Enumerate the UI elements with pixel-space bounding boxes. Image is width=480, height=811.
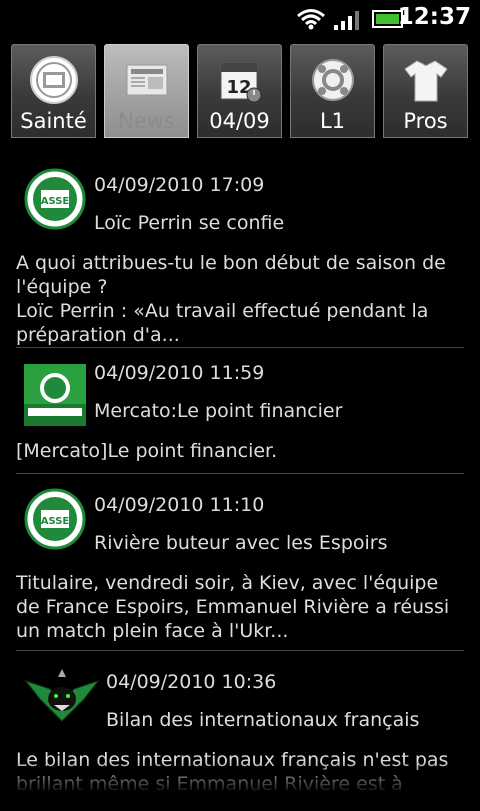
news-title: Rivière buteur avec les Espoirs — [94, 532, 388, 554]
tab-pros[interactable]: Pros — [383, 44, 468, 138]
tab-l1[interactable]: L1 — [290, 44, 375, 138]
bottom-fade — [0, 760, 480, 800]
tab-sainte[interactable]: Sainté — [11, 44, 96, 138]
panther-logo — [24, 669, 100, 722]
svg-text:ASSE: ASSE — [41, 516, 70, 527]
status-time: 12:37 — [397, 4, 471, 30]
asse-crest-icon: ASSE — [24, 168, 86, 230]
news-date: 04/09/2010 17:09 — [94, 174, 265, 196]
news-title: Bilan des internationaux français — [106, 709, 420, 731]
tab-news[interactable]: News — [104, 44, 189, 138]
news-item[interactable]: ASSE 04/09/2010 11:10 Rivière buteur ave… — [16, 474, 464, 651]
news-date: 04/09/2010 10:36 — [106, 671, 277, 693]
news-title: Loïc Perrin se confie — [94, 212, 285, 234]
asse-crest-icon: ASSE — [24, 488, 86, 550]
tab-label: L1 — [319, 109, 346, 133]
news-summary: [Mercato]Le point financier. — [16, 440, 278, 462]
svg-text:ASSE: ASSE — [41, 196, 70, 207]
ligue1-ball-icon — [311, 59, 354, 101]
tab-label: Pros — [403, 109, 448, 133]
newspaper-icon — [126, 64, 167, 96]
tab-label: Sainté — [20, 109, 87, 133]
jersey-icon — [403, 60, 448, 102]
news-title: Mercato:Le point financier — [94, 400, 343, 422]
tab-label: News — [118, 109, 175, 133]
tab-bar: Sainté News 12 04/09 L1 Pros — [0, 44, 480, 140]
news-item[interactable]: 04/09/2010 11:59 Mercato:Le point financ… — [16, 348, 464, 474]
tab-label: 04/09 — [209, 109, 270, 133]
news-date: 04/09/2010 11:10 — [94, 494, 265, 516]
news-summary: Titulaire, vendredi soir, à Kiev, avec l… — [16, 572, 450, 642]
asse-crest-icon — [29, 56, 78, 104]
news-summary: A quoi attribues-tu le bon début de sais… — [16, 252, 446, 346]
news-date: 04/09/2010 11:59 — [94, 362, 265, 384]
asse-live-logo — [24, 364, 86, 426]
wifi-icon — [297, 9, 325, 30]
news-item[interactable]: ASSE 04/09/2010 17:09 Loïc Perrin se con… — [16, 160, 464, 348]
signal-icon — [334, 11, 359, 30]
calendar-icon: 12 — [220, 62, 261, 103]
status-bar: 12:37 — [0, 0, 480, 38]
tab-date[interactable]: 12 04/09 — [197, 44, 282, 138]
